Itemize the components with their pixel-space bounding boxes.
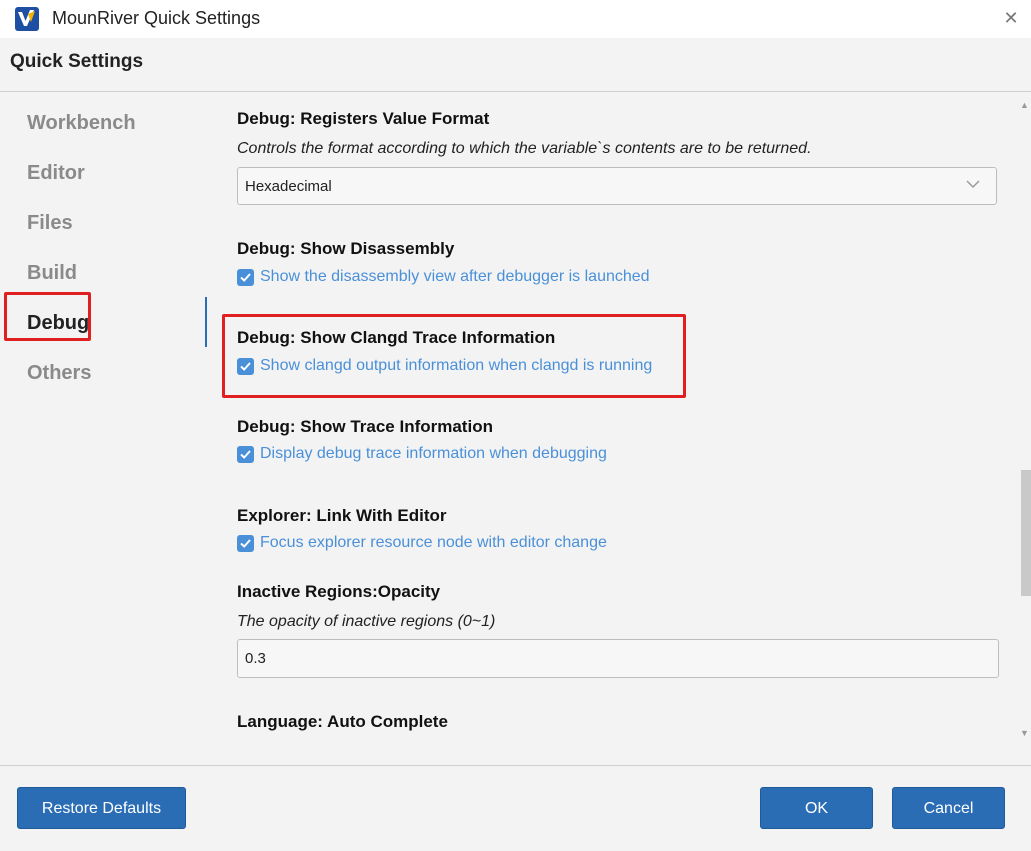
footer: Restore Defaults OK Cancel [0,765,1031,851]
auto-complete-title: Language: Auto Complete [237,712,448,731]
close-button[interactable]: ✕ [999,6,1023,30]
sidebar-item-workbench[interactable]: Workbench [27,112,136,135]
link-editor-title: Explorer: Link With Editor [237,506,447,525]
registers-format-description: Controls the format according to which t… [237,140,812,157]
registers-format-select[interactable]: Hexadecimal [237,167,997,205]
show-disassembly-label: Show the disassembly view after debugger… [260,268,650,285]
checkbox-checked-icon [237,446,254,463]
mounriver-logo-icon [15,7,39,31]
settings-panel: Debug: Registers Value Format Controls t… [208,92,1018,747]
trace-info-title: Debug: Show Trace Information [237,417,493,436]
inactive-opacity-title: Inactive Regions:Opacity [237,582,441,601]
registers-format-title: Debug: Registers Value Format [237,109,490,128]
sidebar-item-build[interactable]: Build [27,262,77,285]
sidebar: Workbench Editor Files Build Debug Other… [0,92,208,747]
clangd-trace-label: Show clangd output information when clan… [260,357,653,374]
inactive-opacity-input[interactable] [237,639,999,678]
sidebar-item-editor[interactable]: Editor [27,162,85,185]
clangd-trace-title: Debug: Show Clangd Trace Information [237,328,556,347]
link-editor-label: Focus explorer resource node with editor… [260,534,607,551]
sidebar-item-files[interactable]: Files [27,212,73,235]
show-disassembly-title: Debug: Show Disassembly [237,239,455,258]
ok-button[interactable]: OK [760,787,873,829]
cancel-button[interactable]: Cancel [892,787,1005,829]
clangd-highlight-box [222,314,686,398]
checkbox-checked-icon [237,535,254,552]
title-bar: MounRiver Quick Settings ✕ [0,0,1031,38]
checkbox-checked-icon [237,358,254,375]
scroll-up-icon[interactable]: ▲ [1018,98,1031,112]
checkbox-checked-icon [237,269,254,286]
header: Quick Settings [0,38,1031,92]
sidebar-item-others[interactable]: Others [27,362,91,385]
window-title: MounRiver Quick Settings [52,8,261,28]
page-title: Quick Settings [10,51,144,72]
registers-format-value: Hexadecimal [245,178,332,195]
debug-highlight-box [4,292,91,341]
scrollbar[interactable]: ▲ ▼ [1018,92,1031,747]
active-indicator [205,297,207,347]
scroll-down-icon[interactable]: ▼ [1018,726,1031,740]
restore-defaults-button[interactable]: Restore Defaults [17,787,186,829]
chevron-down-icon [966,180,980,189]
inactive-opacity-description: The opacity of inactive regions (0~1) [237,613,496,630]
trace-info-label: Display debug trace information when deb… [260,445,607,462]
scroll-thumb[interactable] [1021,470,1031,596]
